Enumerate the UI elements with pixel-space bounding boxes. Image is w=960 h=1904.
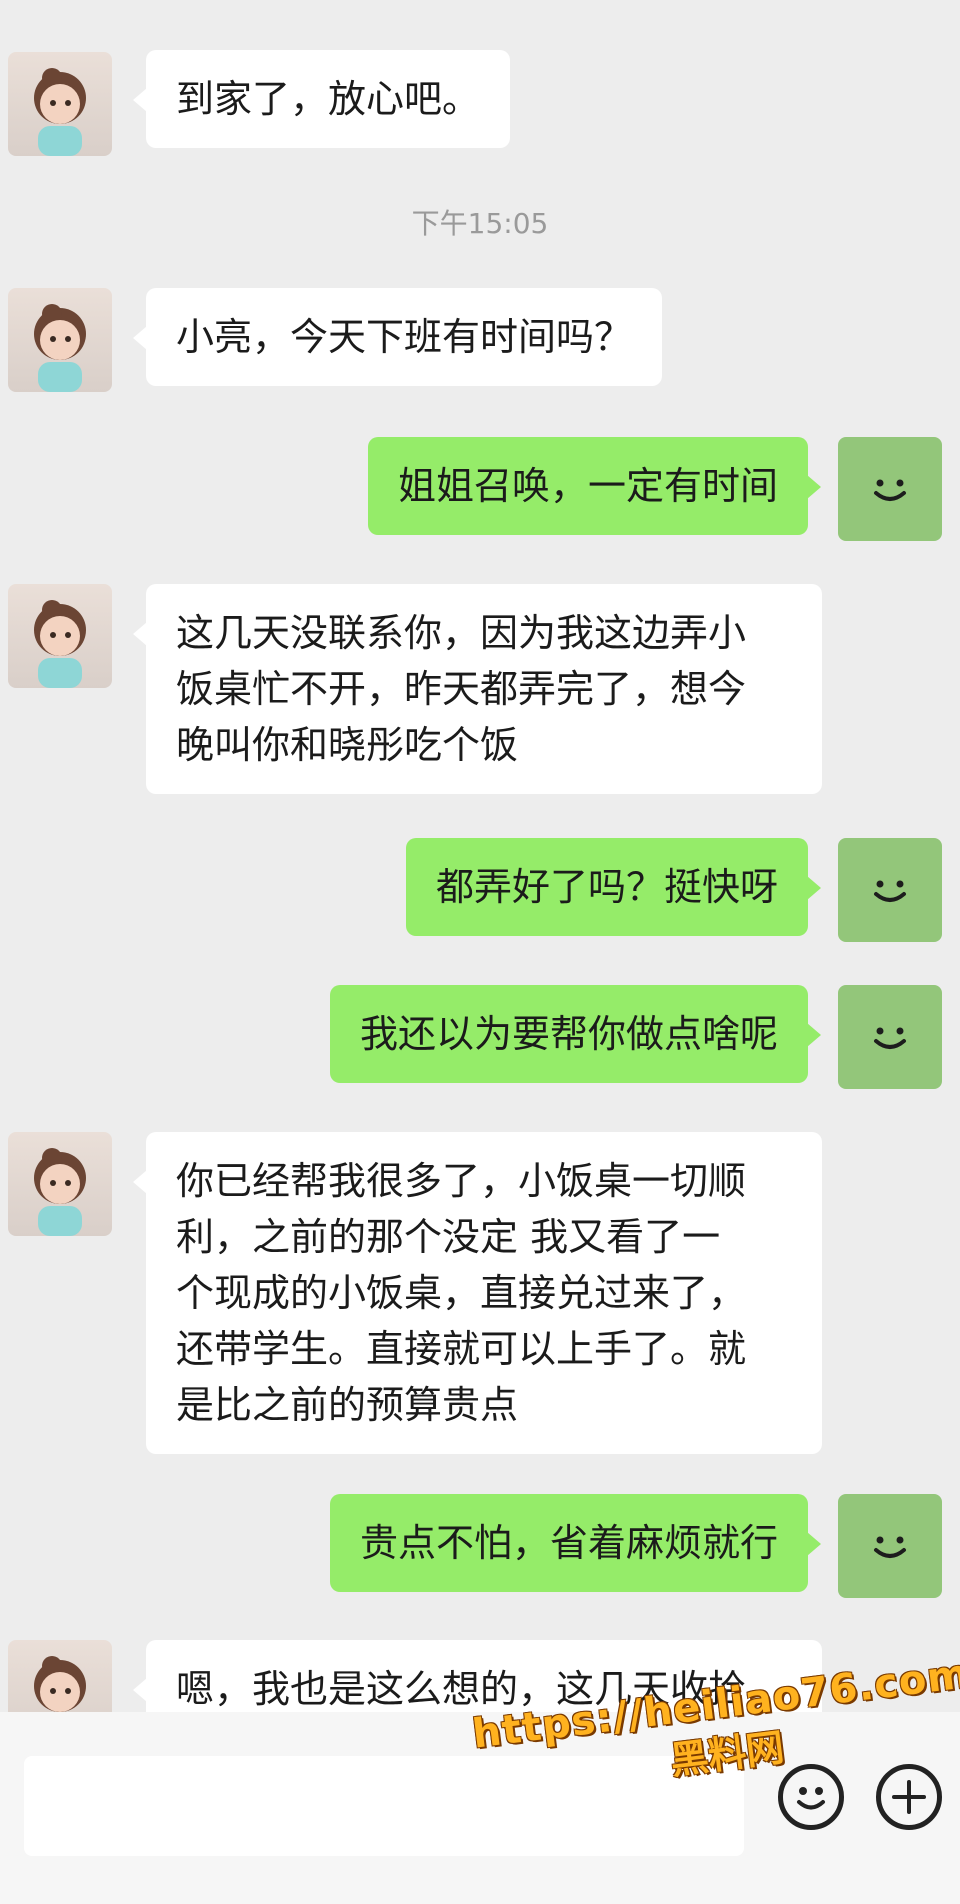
contact-avatar[interactable] — [8, 288, 112, 392]
contact-avatar[interactable] — [8, 52, 112, 156]
girl-avatar-icon — [34, 68, 86, 156]
smile-avatar-icon — [874, 1536, 906, 1558]
message-bubble-outgoing[interactable]: 姐姐召唤，一定有时间 — [367, 437, 822, 535]
message-bubble-incoming[interactable]: 到家了，放心吧。 — [132, 50, 511, 148]
message-bubble-outgoing[interactable]: 都弄好了吗？挺快呀 — [405, 838, 822, 936]
girl-avatar-icon — [34, 1148, 86, 1236]
message-bubble-incoming[interactable]: 这几天没联系你，因为我这边弄小 饭桌忙不开，昨天都弄完了，想今 晚叫你和晓彤吃个… — [133, 584, 822, 794]
timestamp: 下午15:05 — [411, 207, 549, 240]
contact-avatar[interactable] — [8, 584, 112, 688]
message-bubble-incoming[interactable]: 小亮，今天下班有时间吗？ — [132, 288, 663, 386]
message-bubble-outgoing[interactable]: 我还以为要帮你做点啥呢 — [329, 985, 822, 1083]
girl-avatar-icon — [34, 600, 86, 688]
girl-avatar-icon — [34, 304, 86, 392]
emoji-button[interactable] — [778, 1764, 844, 1830]
plus-circle-icon — [892, 1780, 926, 1814]
contact-avatar[interactable] — [8, 1132, 112, 1236]
chat-area: 到家了，放心吧。 下午15:05 小亮，今天下班有时间吗？ 姐姐召唤，一定有时间 — [0, 0, 960, 1904]
message-bubble-incoming[interactable]: 你已经帮我很多了，小饭桌一切顺 利，之前的那个没定 我又看了一 个现成的小饭桌，… — [133, 1132, 822, 1454]
smile-avatar-icon — [874, 1027, 906, 1049]
self-avatar[interactable] — [838, 1494, 942, 1598]
message-bubble-outgoing[interactable]: 贵点不怕，省着麻烦就行 — [329, 1494, 822, 1592]
smile-avatar-icon — [874, 479, 906, 501]
emoji-face-icon — [797, 1787, 825, 1810]
self-avatar[interactable] — [838, 838, 942, 942]
self-avatar[interactable] — [838, 437, 942, 541]
smile-avatar-icon — [874, 880, 906, 902]
self-avatar[interactable] — [838, 985, 942, 1089]
more-button[interactable] — [876, 1764, 942, 1830]
